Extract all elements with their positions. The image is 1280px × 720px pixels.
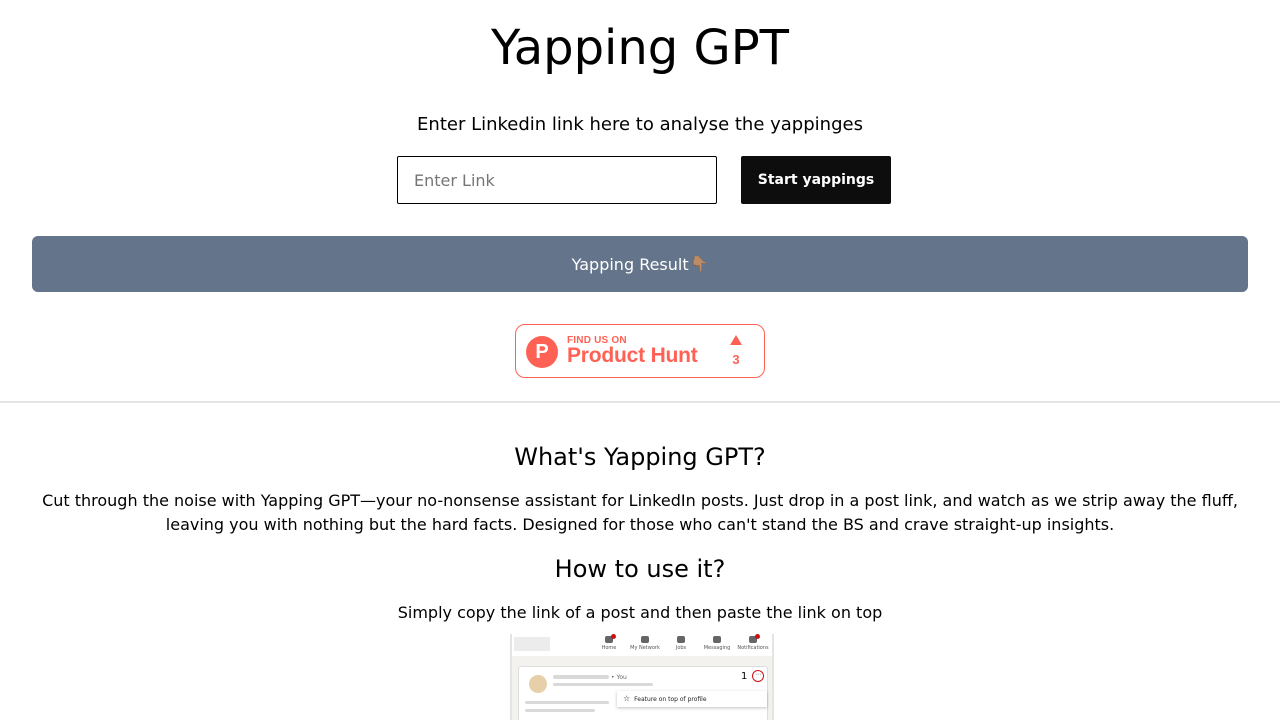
link-input[interactable] [397,156,717,204]
link-prompt: Enter Linkedin link here to analyse the … [417,114,863,135]
howto-description: Simply copy the link of a post and then … [397,603,883,622]
message-icon [713,636,721,643]
screenshot-menu: ☆ Feature on top of profile [617,691,767,707]
section-divider [0,401,1280,403]
star-icon: ☆ [623,694,631,703]
product-hunt-logo-icon: P [526,336,558,368]
home-icon [605,634,616,643]
screenshot-step-number: 1 [741,671,748,682]
upvote-arrow-icon [730,335,742,345]
screenshot-menu-item: Feature on top of profile [634,696,707,703]
instruction-screenshot: Home My Network Jobs Messaging Notificat… [510,634,774,720]
start-yappings-button[interactable]: Start yappings [741,156,891,204]
page-title: Yapping GPT [490,20,789,76]
screenshot-avatar [529,675,547,693]
screenshot-search-area [514,637,550,651]
screenshot-nav-home: Home [592,634,626,651]
screenshot-nav-notifications: Notifications [736,634,770,651]
briefcase-icon [677,636,685,643]
screenshot-nav-network: My Network [628,636,662,651]
more-options-icon: ⋯ [752,670,764,682]
upvote-count: 3 [732,352,740,367]
screenshot-nav-messaging: Messaging [700,636,734,651]
screenshot-post-card: • You 1 ⋯ ☆ Feature on top of profile [518,666,768,720]
about-heading: What's Yapping GPT? [514,443,766,471]
screenshot-text-placeholder-2 [525,709,595,712]
network-icon [641,636,649,643]
howto-heading: How to use it? [554,555,726,583]
result-label: Yapping Result [571,254,689,274]
page: Yapping GPT Enter Linkedin link here to … [0,0,1280,720]
screenshot-you-label: • You [611,674,627,681]
screenshot-text-placeholder [525,701,609,704]
pointing-down-icon: 👇🏽 [689,255,709,273]
product-hunt-badge[interactable]: P FIND US ON Product Hunt 3 [515,324,765,378]
yapping-result-bar[interactable]: Yapping Result 👇🏽 [32,236,1248,292]
product-hunt-big-text: Product Hunt [567,344,698,367]
screenshot-headline-placeholder [553,683,653,686]
screenshot-name-placeholder [553,675,609,679]
screenshot-nav-jobs: Jobs [664,636,698,651]
about-description: Cut through the noise with Yapping GPT—y… [42,491,1238,534]
bell-icon [749,634,760,643]
